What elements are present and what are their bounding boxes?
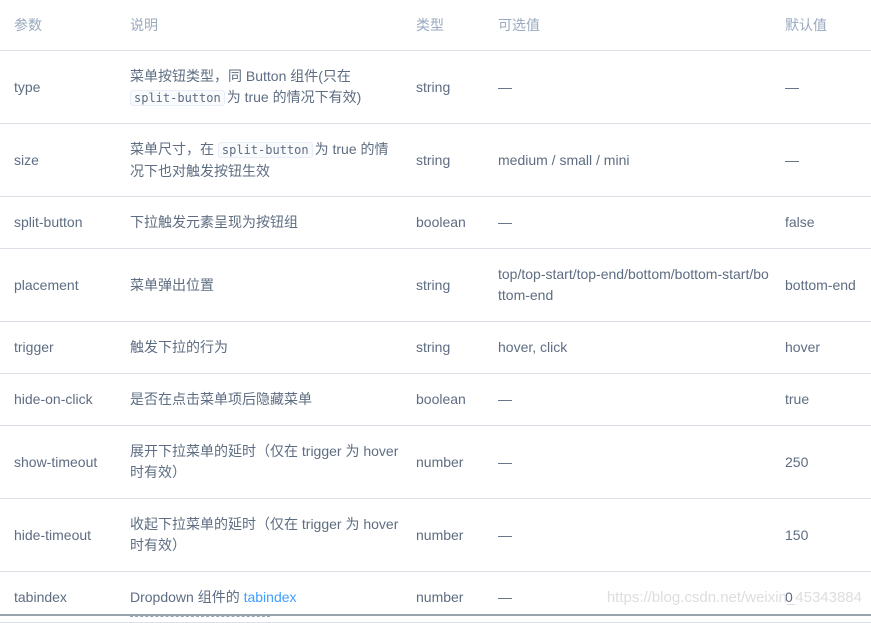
param-cell: size <box>0 123 116 197</box>
default-cell: — <box>771 123 871 197</box>
default-cell: 150 <box>771 498 871 572</box>
param-cell: show-timeout <box>0 425 116 499</box>
description-cell: 菜单按钮类型，同 Button 组件(只在 split-button 为 true … <box>116 50 402 124</box>
header-param: 参数 <box>0 0 116 51</box>
default-cell: hover <box>771 321 871 374</box>
options-cell: medium / small / mini <box>484 123 771 197</box>
tabindex-link[interactable]: tabindex <box>244 589 297 605</box>
description-text: 菜单尺寸，在 <box>130 140 214 157</box>
description-text: Dropdown 组件的 <box>130 588 240 605</box>
description-cell: 下拉触发元素呈现为按钮组 <box>116 196 402 249</box>
param-cell: trigger <box>0 321 116 374</box>
options-cell: top/top-start/top-end/bottom/bottom-star… <box>484 248 771 322</box>
type-cell: boolean <box>402 196 484 249</box>
table-row: placement 菜单弹出位置 string top/top-start/to… <box>0 248 871 322</box>
param-cell: hide-timeout <box>0 498 116 572</box>
description-cell: 菜单尺寸，在 split-button 为 true 的情况下也对触发按钮生效 <box>116 123 402 197</box>
header-type: 类型 <box>402 0 484 51</box>
default-cell: true <box>771 373 871 426</box>
type-cell: string <box>402 321 484 374</box>
default-cell: bottom-end <box>771 248 871 322</box>
options-cell: — <box>484 498 771 572</box>
param-cell: type <box>0 50 116 124</box>
header-options: 可选值 <box>484 0 771 51</box>
param-cell: placement <box>0 248 116 322</box>
options-cell: — <box>484 373 771 426</box>
header-default: 默认值 <box>771 0 871 51</box>
description-cell: 触发下拉的行为 <box>116 321 402 374</box>
attributes-table: 参数 说明 类型 可选值 默认值 type 菜单按钮类型，同 Button 组件… <box>0 0 871 623</box>
type-cell: boolean <box>402 373 484 426</box>
description-cell: 菜单弹出位置 <box>116 248 402 322</box>
table-row: type 菜单按钮类型，同 Button 组件(只在 split-button 为 … <box>0 50 871 124</box>
description-cell: 展开下拉菜单的延时（仅在 trigger 为 hover 时有效） <box>116 425 402 499</box>
description-text: 为 true 的情况下有效) <box>226 88 362 105</box>
description-cell: 收起下拉菜单的延时（仅在 trigger 为 hover 时有效） <box>116 498 402 572</box>
default-cell: — <box>771 50 871 124</box>
param-cell: hide-on-click <box>0 373 116 426</box>
code-snippet: split-button <box>217 141 313 158</box>
default-cell: false <box>771 196 871 249</box>
type-cell: number <box>402 498 484 572</box>
table-row: size 菜单尺寸，在 split-button 为 true 的情况下也对触发按… <box>0 123 871 197</box>
table-row: hide-on-click 是否在点击菜单项后隐藏菜单 boolean — tr… <box>0 373 871 426</box>
type-cell: number <box>402 425 484 499</box>
table-row: show-timeout 展开下拉菜单的延时（仅在 trigger 为 hove… <box>0 425 871 499</box>
type-cell: string <box>402 123 484 197</box>
param-cell: split-button <box>0 196 116 249</box>
type-cell: string <box>402 50 484 124</box>
header-description: 说明 <box>116 0 402 51</box>
type-cell: string <box>402 248 484 322</box>
table-row: split-button 下拉触发元素呈现为按钮组 boolean — fals… <box>0 196 871 249</box>
description-cell: 是否在点击菜单项后隐藏菜单 <box>116 373 402 426</box>
options-cell: hover, click <box>484 321 771 374</box>
table-row: hide-timeout 收起下拉菜单的延时（仅在 trigger 为 hove… <box>0 498 871 572</box>
table-header-row: 参数 说明 类型 可选值 默认值 <box>0 0 871 51</box>
default-cell: 250 <box>771 425 871 499</box>
options-cell: — <box>484 425 771 499</box>
code-snippet: split-button <box>130 89 225 106</box>
table-row: trigger 触发下拉的行为 string hover, click hove… <box>0 321 871 374</box>
description-text: 菜单按钮类型，同 Button 组件(只在 <box>130 67 351 84</box>
options-cell: — <box>484 196 771 249</box>
options-cell: — <box>484 50 771 124</box>
